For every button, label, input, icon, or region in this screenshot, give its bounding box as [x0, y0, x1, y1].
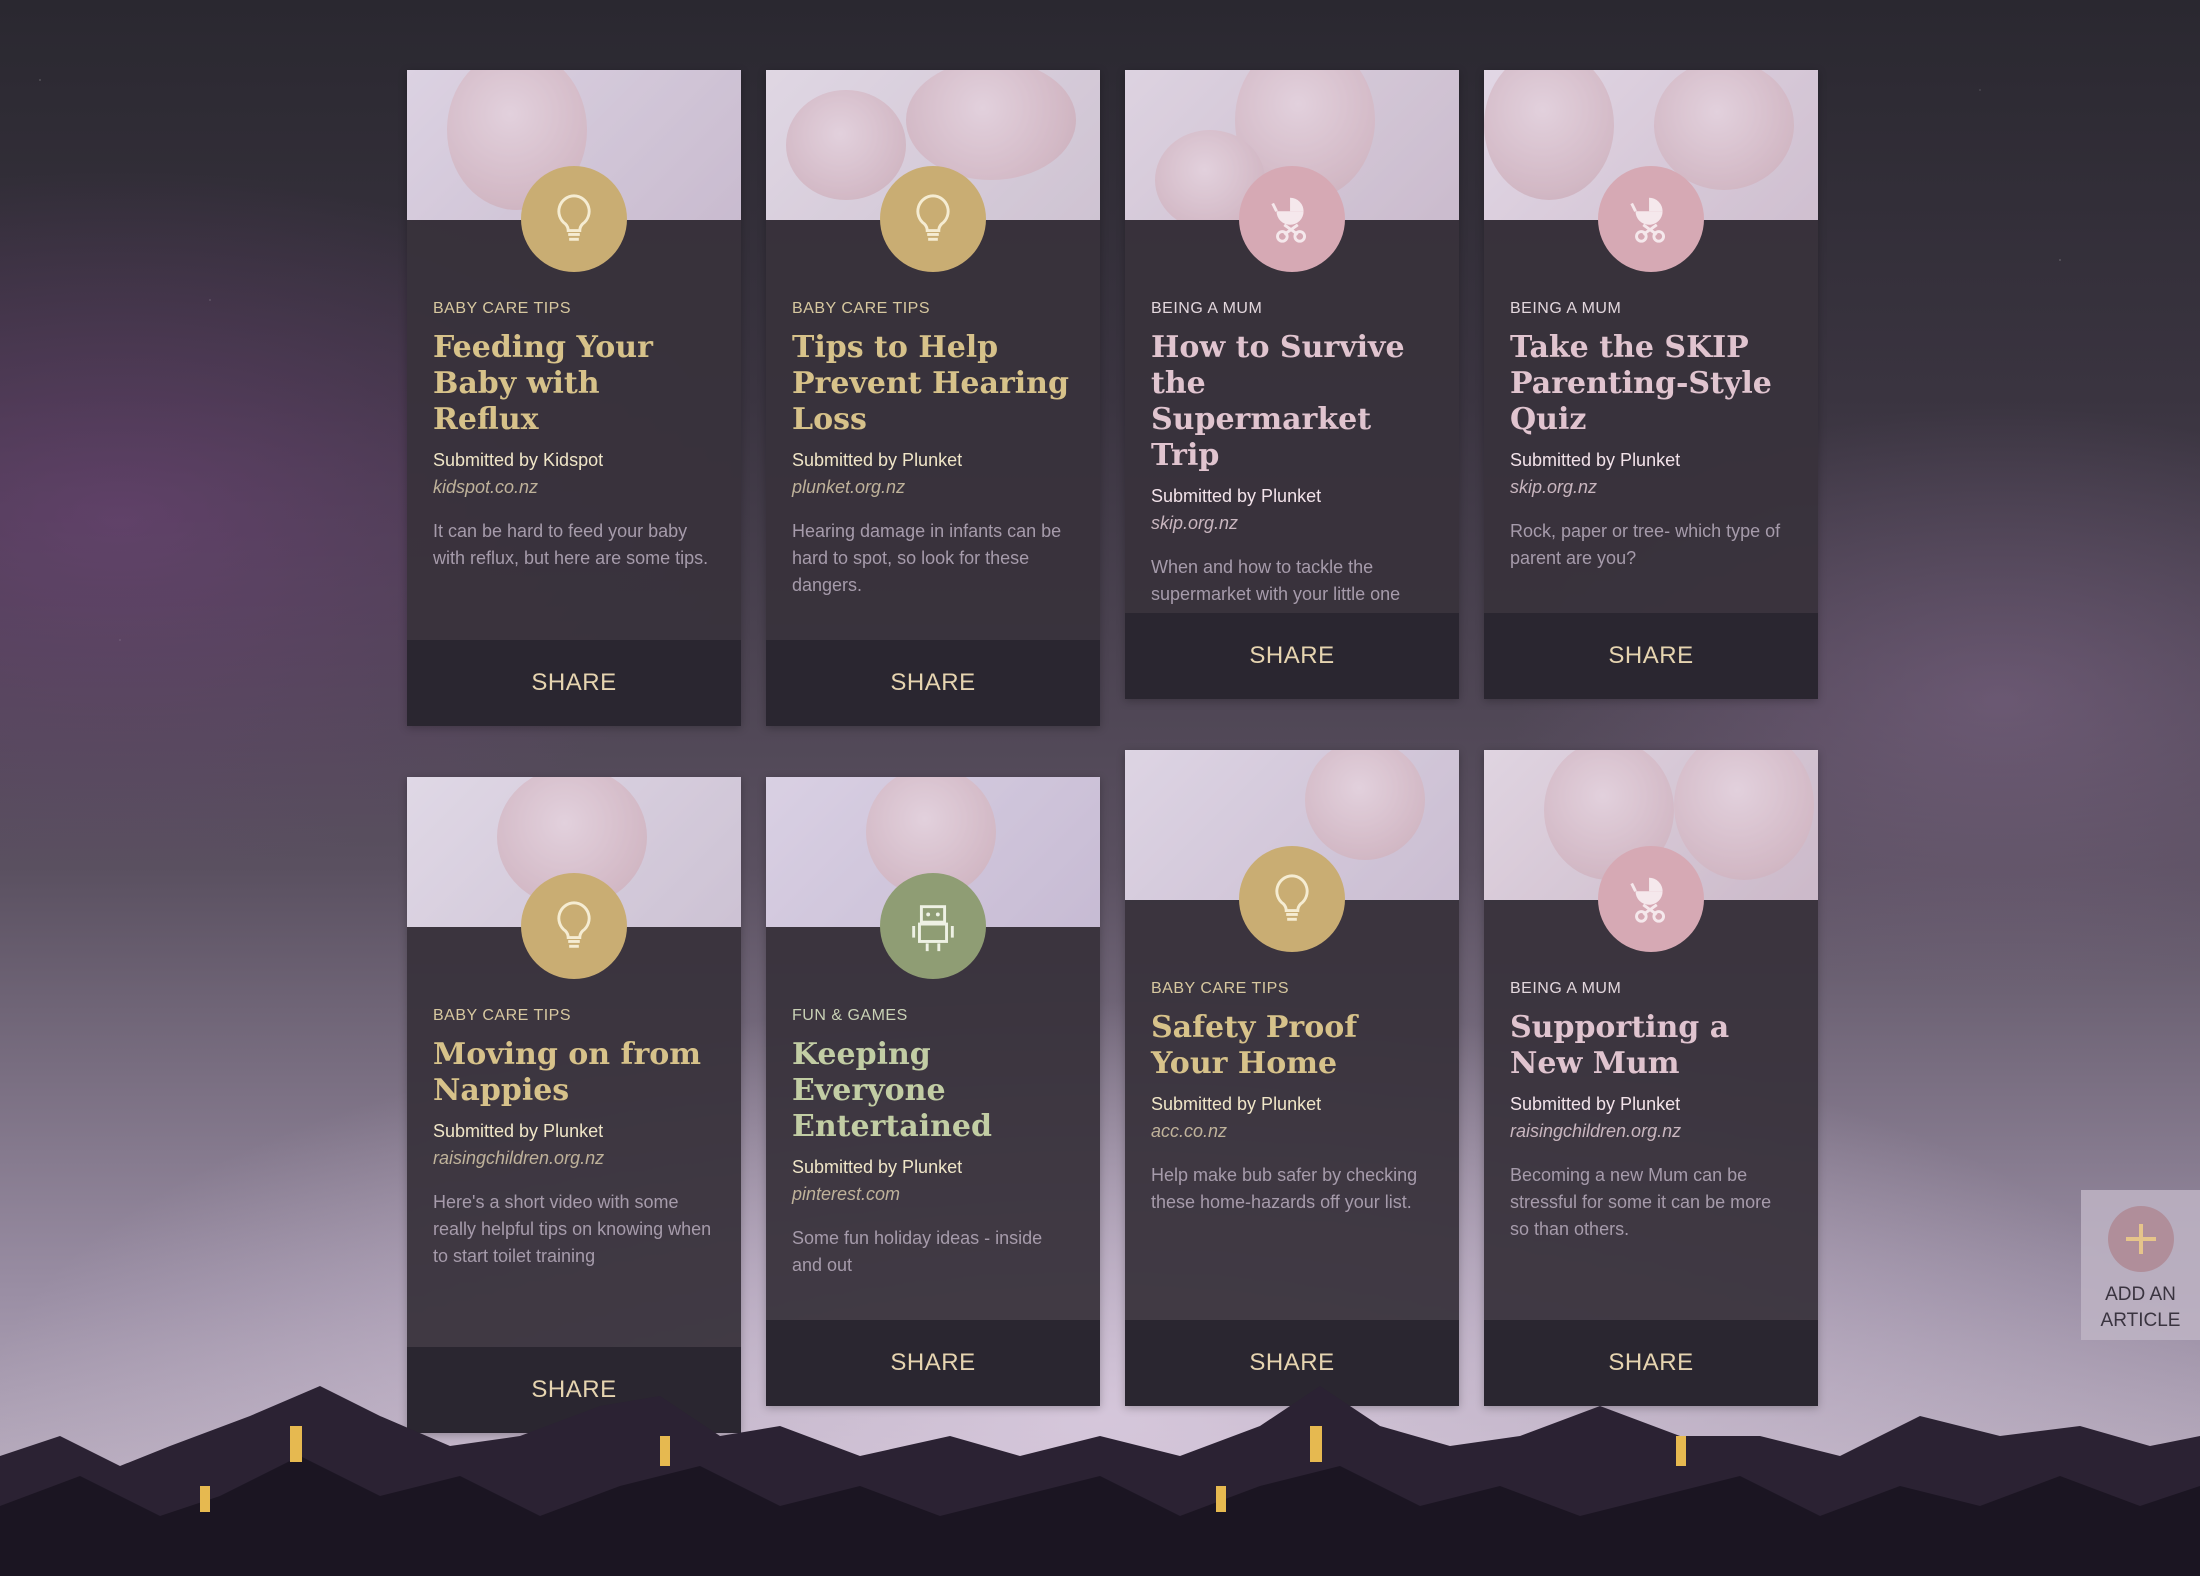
article-card[interactable]: BEING A MUM Supporting a New Mum Submitt…	[1484, 750, 1818, 1406]
card-title[interactable]: Supporting a New Mum	[1510, 1010, 1792, 1082]
card-title[interactable]: Feeding Your Baby with Reflux	[433, 330, 715, 438]
add-article-label: ADD AN ARTICLE	[2100, 1284, 2181, 1331]
card-title[interactable]: Keeping Everyone Entertained	[792, 1037, 1074, 1145]
card-submitter: Submitted by Plunket	[1151, 486, 1322, 506]
card-source[interactable]: plunket.org.nz	[792, 477, 1074, 498]
pram-icon	[1239, 166, 1345, 272]
card-description: Some fun holiday ideas - inside and out	[792, 1228, 1043, 1275]
card-source[interactable]: raisingchildren.org.nz	[1510, 1121, 1792, 1142]
card-category: BEING A MUM	[1510, 980, 1622, 997]
card-description: Here's a short video with some really he…	[433, 1192, 712, 1266]
card-submitter: Submitted by Kidspot	[433, 450, 604, 470]
card-description: Rock, paper or tree- which type of paren…	[1510, 521, 1781, 568]
card-source[interactable]: pinterest.com	[792, 1184, 1074, 1205]
robot-icon	[880, 873, 986, 979]
card-source[interactable]: acc.co.nz	[1151, 1121, 1433, 1142]
share-button[interactable]: SHARE	[1484, 613, 1818, 699]
card-source[interactable]: skip.org.nz	[1510, 477, 1792, 498]
card-title[interactable]: Tips to Help Prevent Hearing Loss	[792, 330, 1074, 438]
card-source[interactable]: skip.org.nz	[1151, 513, 1433, 534]
card-submitter: Submitted by Plunket	[1151, 1094, 1322, 1114]
card-submitter: Submitted by Plunket	[792, 1157, 963, 1177]
card-title[interactable]: Moving on from Nappies	[433, 1037, 715, 1109]
card-description: Becoming a new Mum can be stressful for …	[1510, 1165, 1772, 1239]
article-card[interactable]: BEING A MUM How to Survive the Supermark…	[1125, 70, 1459, 699]
card-submitter: Submitted by Plunket	[792, 450, 963, 470]
card-title[interactable]: Take the SKIP Parenting-Style Quiz	[1510, 330, 1792, 438]
article-card[interactable]: BEING A MUM Take the SKIP Parenting-Styl…	[1484, 70, 1818, 699]
lightbulb-icon	[521, 166, 627, 272]
card-category: BABY CARE TIPS	[433, 300, 572, 317]
article-card[interactable]: BABY CARE TIPS Feeding Your Baby with Re…	[407, 70, 741, 726]
add-article-button[interactable]: ADD AN ARTICLE	[2081, 1190, 2200, 1340]
card-category: BABY CARE TIPS	[1151, 980, 1290, 997]
plus-icon	[2107, 1206, 2174, 1272]
lightbulb-icon	[880, 166, 986, 272]
card-source[interactable]: raisingchildren.org.nz	[433, 1148, 715, 1169]
article-card[interactable]: BABY CARE TIPS Tips to Help Prevent Hear…	[766, 70, 1100, 726]
article-card[interactable]: BABY CARE TIPS Safety Proof Your Home Su…	[1125, 750, 1459, 1406]
card-title[interactable]: How to Survive the Supermarket Trip	[1151, 330, 1433, 474]
card-category: BEING A MUM	[1510, 300, 1622, 317]
pram-icon	[1598, 846, 1704, 952]
share-button[interactable]: SHARE	[407, 640, 741, 726]
lightbulb-icon	[521, 873, 627, 979]
share-button[interactable]: SHARE	[1125, 613, 1459, 699]
share-button[interactable]: SHARE	[766, 640, 1100, 726]
card-submitter: Submitted by Plunket	[433, 1121, 604, 1141]
article-card[interactable]: BABY CARE TIPS Moving on from Nappies Su…	[407, 777, 741, 1433]
card-category: BABY CARE TIPS	[433, 1007, 572, 1024]
card-submitter: Submitted by Plunket	[1510, 1094, 1681, 1114]
card-description: Help make bub safer by checking these ho…	[1151, 1165, 1418, 1212]
card-description: Hearing damage in infants can be hard to…	[792, 521, 1062, 595]
card-source[interactable]: kidspot.co.nz	[433, 477, 715, 498]
card-category: BEING A MUM	[1151, 300, 1263, 317]
card-submitter: Submitted by Plunket	[1510, 450, 1681, 470]
card-category: FUN & GAMES	[792, 1007, 908, 1024]
pram-icon	[1598, 166, 1704, 272]
card-description: It can be hard to feed your baby with re…	[433, 521, 709, 568]
lightbulb-icon	[1239, 846, 1345, 952]
card-title[interactable]: Safety Proof Your Home	[1151, 1010, 1433, 1082]
article-card[interactable]: FUN & GAMES Keeping Everyone Entertained…	[766, 777, 1100, 1406]
card-category: BABY CARE TIPS	[792, 300, 931, 317]
card-description: When and how to tackle the supermarket w…	[1151, 557, 1401, 604]
rooftops-illustration	[0, 1386, 2200, 1576]
